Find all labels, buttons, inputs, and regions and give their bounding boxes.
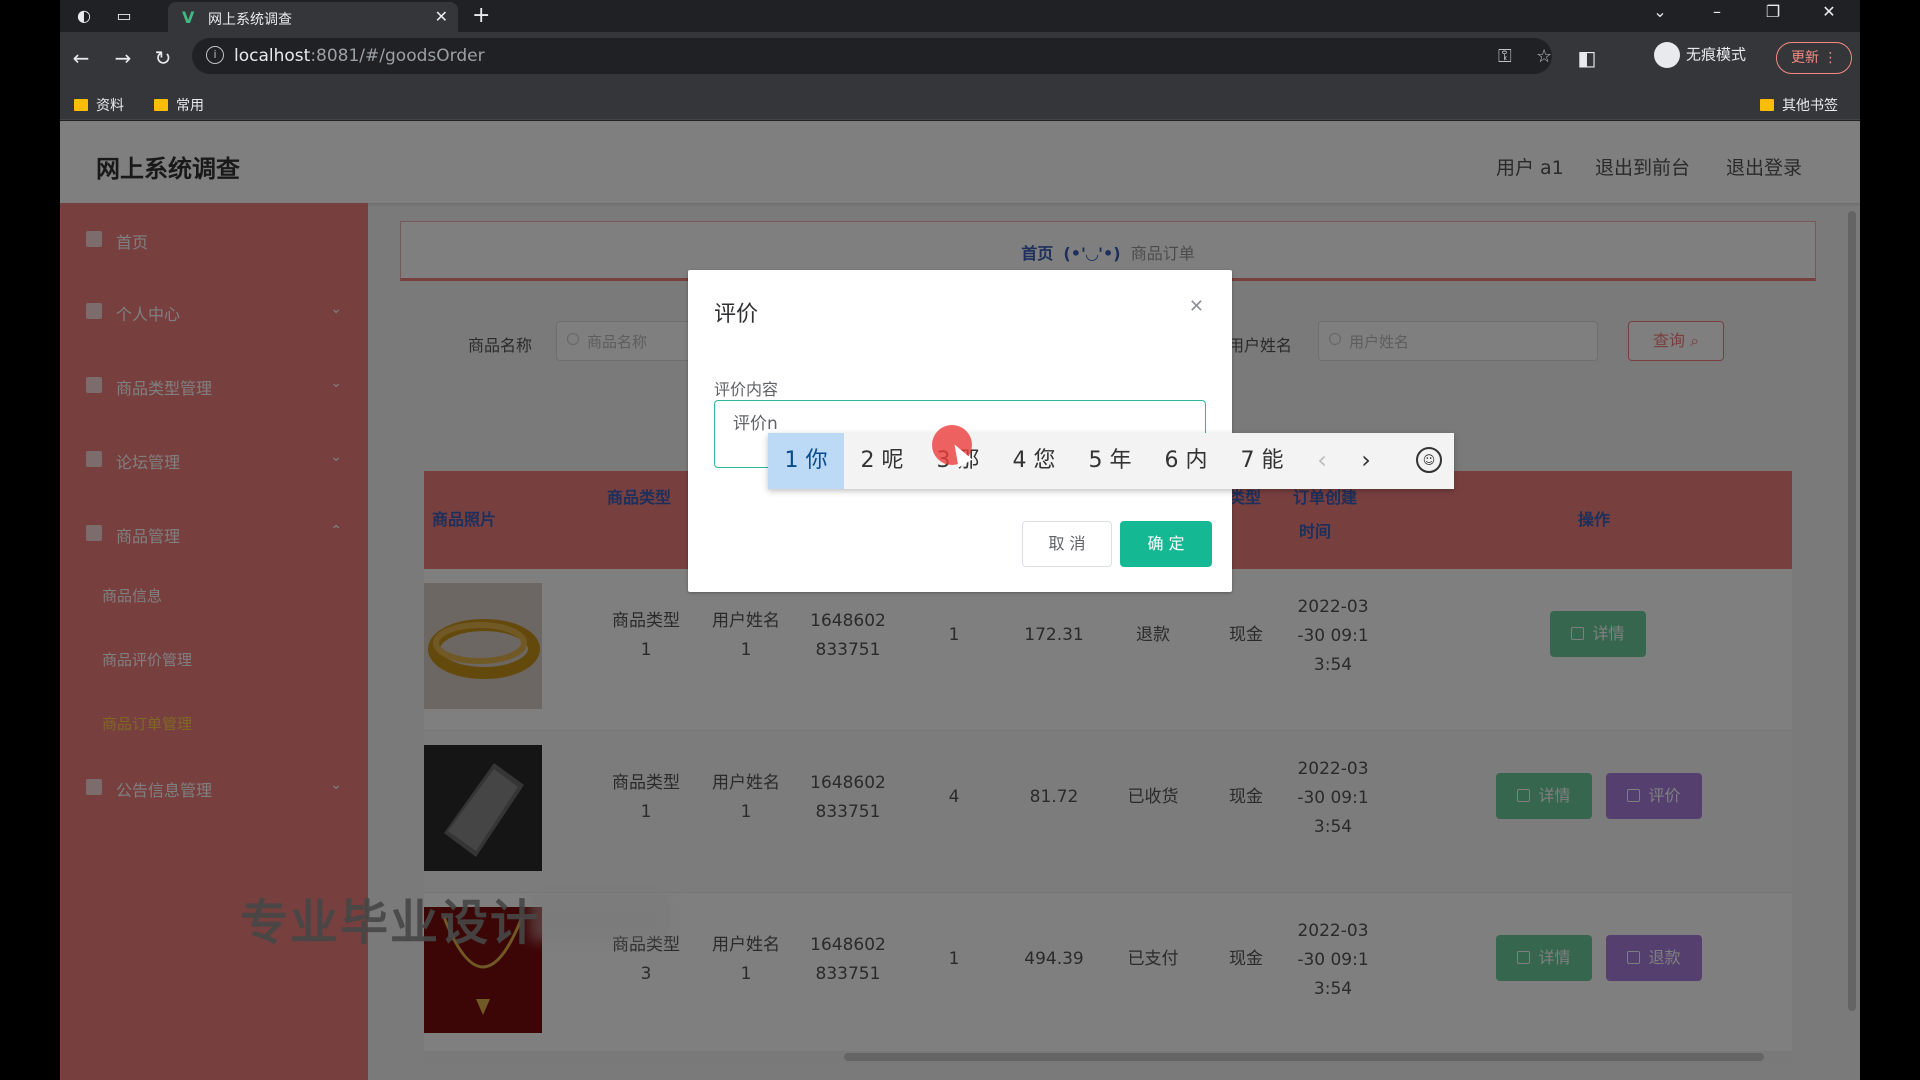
watermark-blur (530, 893, 670, 941)
confirm-button[interactable]: 确 定 (1120, 521, 1212, 567)
emoji-icon[interactable]: ☺ (1416, 447, 1442, 473)
page-viewport: 网上系统调查 用户 a1 退出到前台 退出登录 首页 个人中心⌄ 商品类型管理⌄… (60, 121, 1860, 1080)
window-close-button[interactable]: ✕ (1814, 2, 1844, 21)
bookmark-label: 资料 (96, 98, 124, 114)
dialog-title: 评价 (714, 302, 759, 327)
tab-search-icon[interactable]: ◐ (74, 6, 94, 26)
browser-toolbar: ← → ↻ i localhost:8081/#/goodsOrder ⚿ ☆ … (60, 32, 1860, 88)
bookmark-folder-1[interactable]: 资料 (74, 95, 124, 115)
key-icon[interactable]: ⚿ (1498, 46, 1512, 67)
tab-close-icon[interactable]: ✕ (435, 7, 448, 26)
folder-icon (154, 99, 168, 111)
ime-candidate-bar: 1 你 2 呢 3 那 4 您 5 年 6 内 7 能 ‹ › ☺ (768, 433, 1454, 489)
update-label: 更新 (1791, 50, 1819, 66)
ime-candidate[interactable]: 7 能 (1224, 433, 1300, 489)
tab-title: 网上系统调查 (208, 12, 292, 28)
update-button[interactable]: 更新 ⋮ (1776, 42, 1852, 74)
review-content-label: 评价内容 (714, 380, 779, 399)
ime-prev-icon[interactable]: ‹ (1302, 433, 1342, 489)
back-button[interactable]: ← (66, 46, 96, 70)
restore-button[interactable]: ❐ (1758, 2, 1788, 21)
address-bar[interactable]: i localhost:8081/#/goodsOrder ⚿ ☆ (192, 38, 1552, 74)
close-icon[interactable]: ✕ (1189, 296, 1204, 317)
url-path: :8081/#/goodsOrder (310, 46, 485, 66)
bookmarks-bar: 资料 常用 其他书签 (60, 88, 1860, 120)
screen-frame: ◐ ▭ V 网上系统调查 ✕ + ⌄ – ❐ ✕ ← → ↻ i localho… (0, 0, 1920, 1080)
tab-search-chevron-icon[interactable]: ⌄ (1645, 2, 1675, 21)
site-info-icon[interactable]: i (206, 46, 224, 64)
new-tab-button[interactable]: + (472, 3, 490, 28)
other-bookmarks[interactable]: 其他书签 (1760, 95, 1838, 115)
incognito-icon (1654, 42, 1680, 68)
ime-candidate[interactable]: 6 内 (1148, 433, 1224, 489)
active-tab[interactable]: V 网上系统调查 ✕ (168, 2, 458, 32)
bookmark-label: 其他书签 (1782, 98, 1838, 114)
browser-window: ◐ ▭ V 网上系统调查 ✕ + ⌄ – ❐ ✕ ← → ↻ i localho… (60, 0, 1860, 1080)
video-watermark: 专业毕业设计 (240, 895, 541, 951)
ime-candidate[interactable]: 2 呢 (844, 433, 920, 489)
minimize-button[interactable]: – (1702, 2, 1732, 21)
folder-icon (74, 99, 88, 111)
incognito-indicator[interactable]: 无痕模式 (1654, 42, 1746, 68)
ime-candidate[interactable]: 1 你 (768, 433, 844, 489)
vue-favicon-icon: V (182, 8, 195, 27)
tab-strip: ◐ ▭ V 网上系统调查 ✕ + ⌄ – ❐ ✕ (60, 0, 1860, 32)
side-panel-icon[interactable]: ◧ (1572, 46, 1602, 70)
reload-button[interactable]: ↻ (148, 46, 178, 70)
window-icon[interactable]: ▭ (114, 6, 134, 26)
forward-button[interactable]: → (108, 46, 138, 70)
url-host: localhost (234, 46, 311, 66)
bookmark-label: 常用 (176, 98, 204, 114)
bookmark-star-icon[interactable]: ☆ (1536, 46, 1552, 67)
ime-next-icon[interactable]: › (1346, 433, 1386, 489)
bookmark-folder-2[interactable]: 常用 (154, 95, 204, 115)
folder-icon (1760, 99, 1774, 111)
ime-candidate[interactable]: 4 您 (996, 433, 1072, 489)
incognito-label: 无痕模式 (1686, 45, 1747, 64)
url-text[interactable]: localhost:8081/#/goodsOrder (234, 46, 485, 66)
ime-candidate[interactable]: 5 年 (1072, 433, 1148, 489)
cancel-button[interactable]: 取 消 (1022, 521, 1112, 567)
